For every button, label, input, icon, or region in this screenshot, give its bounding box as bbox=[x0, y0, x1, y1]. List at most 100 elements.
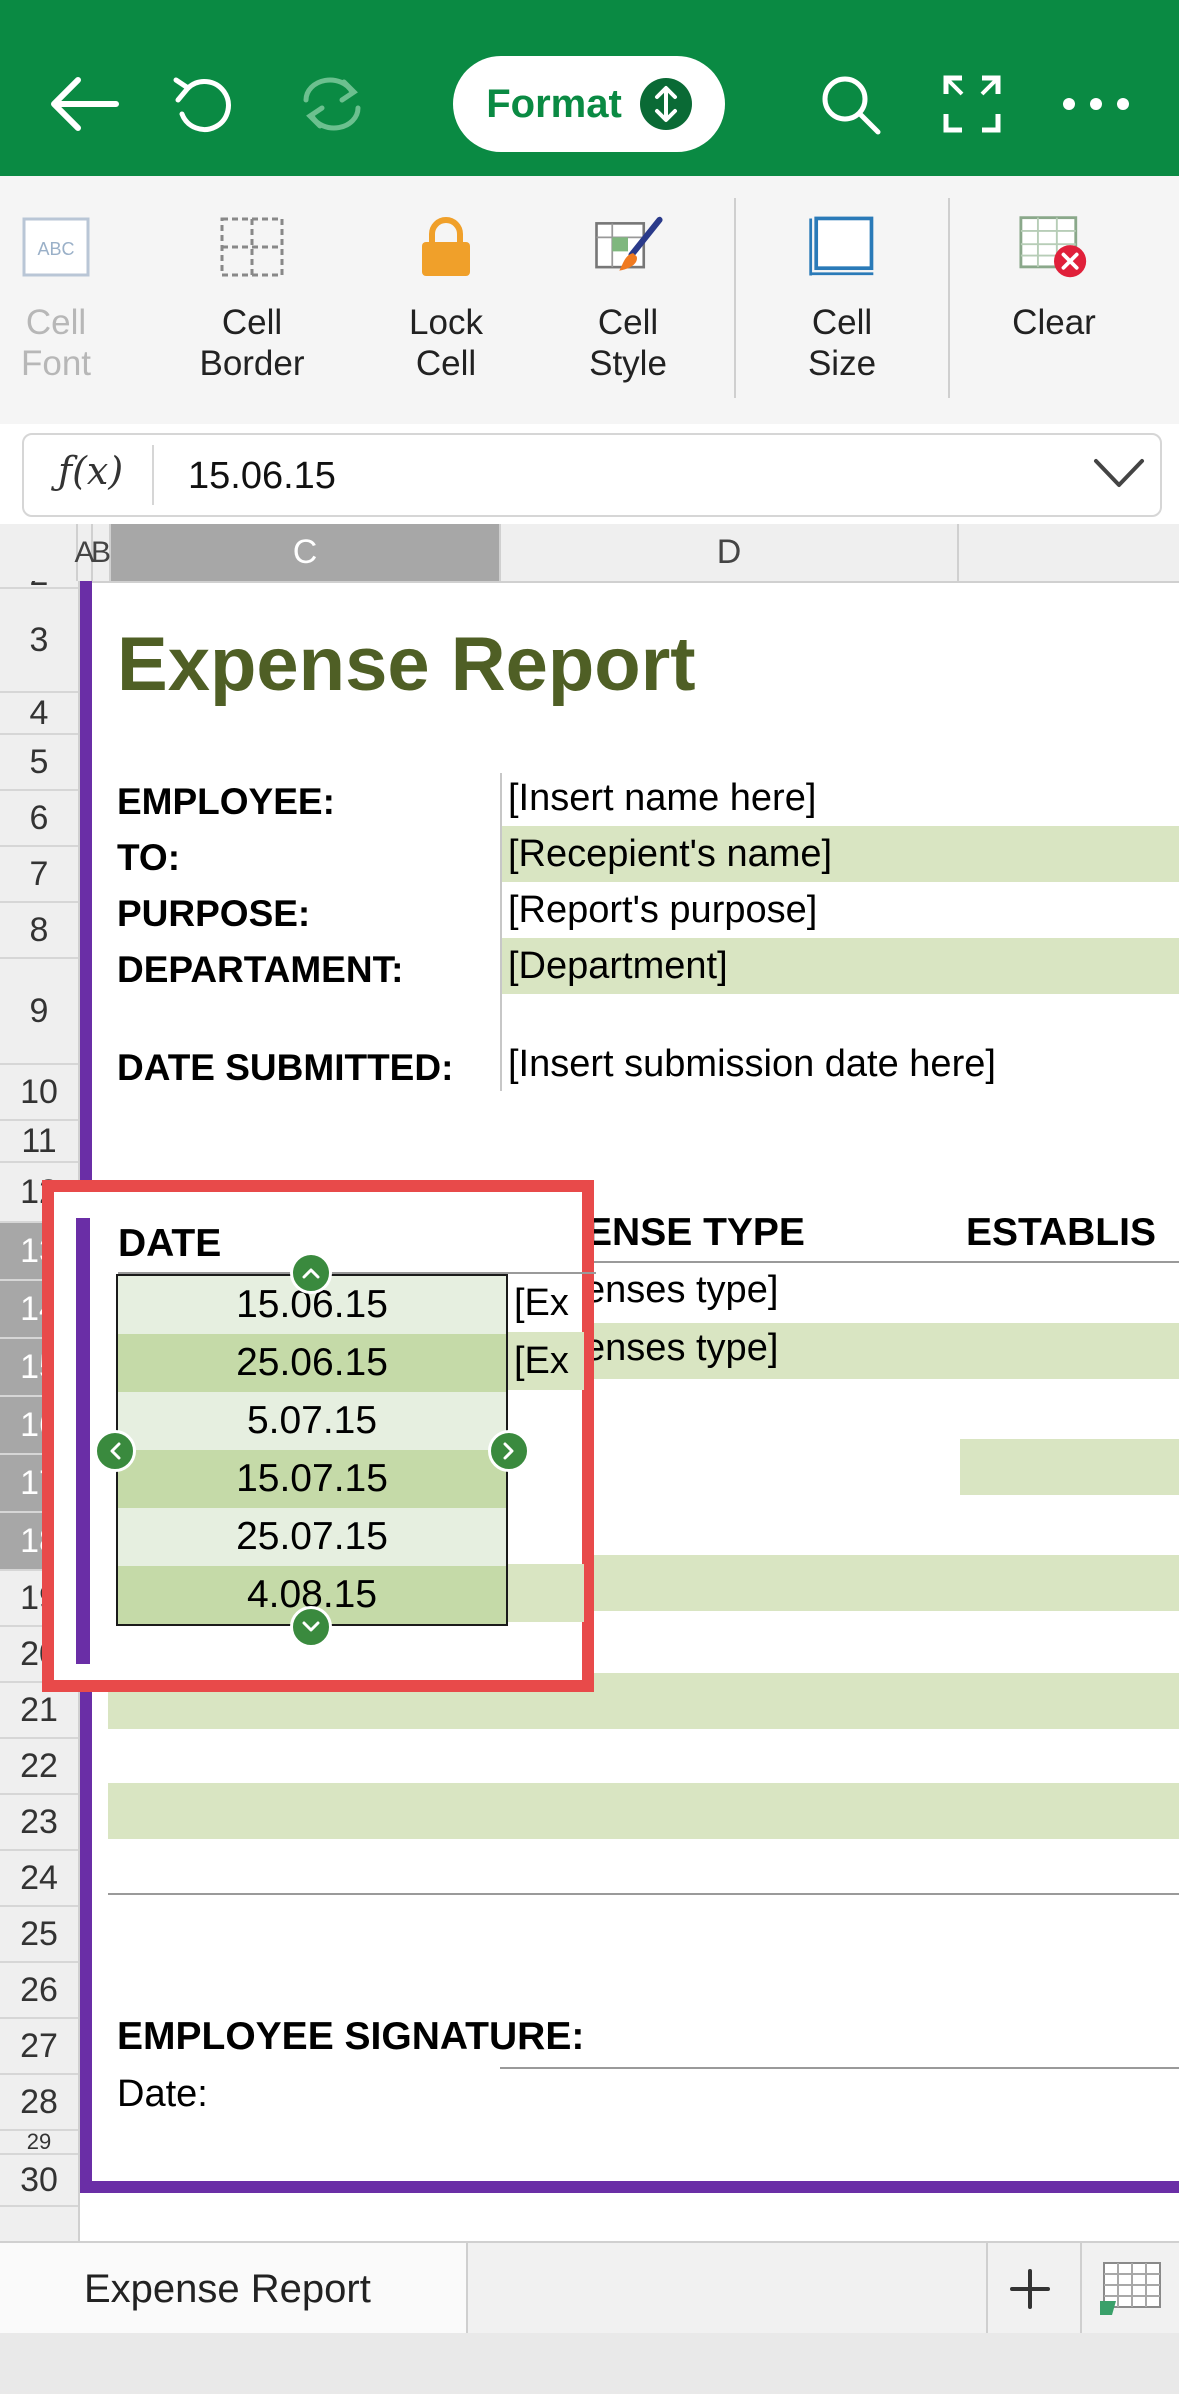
date-header: DATE bbox=[118, 1222, 222, 1265]
selection-zoom-box: DATE 15.06.15 25.06.15 5.07.15 15.07.15 … bbox=[42, 1180, 596, 1692]
column-header-d[interactable]: D bbox=[501, 524, 959, 581]
signature-label: EMPLOYEE SIGNATURE: bbox=[117, 2015, 585, 2058]
row-header[interactable]: 26 bbox=[0, 1963, 78, 2019]
date-cell[interactable]: 15.07.15 bbox=[118, 1450, 506, 1508]
cell-border-label: Cell Border bbox=[199, 303, 305, 383]
cell-font-button[interactable]: ABC Cell Font bbox=[0, 212, 136, 384]
row-header[interactable]: 24 bbox=[0, 1851, 78, 1907]
sheet-tab-label: Expense Report bbox=[84, 2266, 371, 2311]
department-value[interactable]: [Department] bbox=[508, 945, 728, 988]
row-header[interactable]: 4 bbox=[0, 693, 78, 735]
lock-cell-button[interactable]: Lock Cell bbox=[366, 212, 526, 384]
up-down-arrows-icon bbox=[639, 78, 692, 130]
row-header[interactable]: 3 bbox=[0, 589, 78, 693]
bottom-safe-area bbox=[0, 2333, 1179, 2394]
row-header[interactable]: 22 bbox=[0, 1739, 78, 1795]
select-all-corner[interactable] bbox=[0, 524, 78, 581]
cell-size-button[interactable]: Cell Size bbox=[762, 212, 922, 384]
format-ribbon: ABC Cell Font Cell Border Lock Cell Cell… bbox=[0, 176, 1179, 424]
to-label: TO: bbox=[117, 837, 181, 878]
row-header[interactable]: 10 bbox=[0, 1065, 78, 1121]
clear-button[interactable]: Clear bbox=[974, 212, 1134, 343]
row-band bbox=[508, 1564, 584, 1622]
chevron-down-icon[interactable] bbox=[1092, 453, 1146, 498]
row-header[interactable]: 30 bbox=[0, 2155, 78, 2207]
cell-style-button[interactable]: Cell Style bbox=[548, 212, 708, 384]
expense-type-partial: [Ex bbox=[514, 1281, 569, 1324]
column-header-e[interactable] bbox=[959, 524, 1179, 581]
top-app-bar: Format bbox=[0, 0, 1179, 176]
format-button[interactable]: Format bbox=[453, 56, 725, 152]
row-header[interactable]: 9 bbox=[0, 959, 78, 1065]
purpose-value[interactable]: [Report's purpose] bbox=[508, 889, 817, 932]
tab-divider bbox=[986, 2243, 988, 2335]
info-divider bbox=[500, 773, 502, 1091]
selection-handle-left[interactable] bbox=[94, 1430, 136, 1472]
format-label: Format bbox=[486, 81, 622, 126]
report-border-left bbox=[76, 1218, 90, 1664]
function-icon[interactable]: ƒ(x) bbox=[58, 449, 123, 493]
sheet-tab-expense-report[interactable]: Expense Report bbox=[0, 2243, 468, 2335]
fullscreen-icon[interactable] bbox=[922, 54, 1022, 154]
lock-cell-label: Lock Cell bbox=[409, 303, 483, 383]
row-band bbox=[960, 1439, 1179, 1495]
formula-bar[interactable]: ƒ(x) 15.06.15 bbox=[22, 433, 1162, 517]
cell-size-icon bbox=[807, 212, 877, 282]
selected-range[interactable]: 15.06.15 25.06.15 5.07.15 15.07.15 25.07… bbox=[116, 1274, 508, 1626]
report-border-bottom bbox=[80, 2181, 1179, 2193]
date-cell[interactable]: 5.07.15 bbox=[118, 1392, 506, 1450]
ribbon-divider bbox=[948, 198, 950, 398]
row-header[interactable]: 25 bbox=[0, 1907, 78, 1963]
cell-border-icon bbox=[217, 212, 287, 282]
more-options-icon[interactable] bbox=[1046, 54, 1146, 154]
date-cell[interactable]: 25.07.15 bbox=[118, 1508, 506, 1566]
add-sheet-icon[interactable] bbox=[1000, 2263, 1060, 2315]
undo-icon[interactable] bbox=[158, 54, 258, 154]
date-cell[interactable]: 25.06.15 bbox=[118, 1334, 506, 1392]
formula-input[interactable]: 15.06.15 bbox=[188, 455, 336, 498]
clear-icon bbox=[1019, 212, 1089, 282]
cell-style-label: Cell Style bbox=[589, 303, 667, 383]
row-header[interactable]: 2 bbox=[0, 581, 78, 593]
row-header[interactable]: 6 bbox=[0, 791, 78, 847]
table-bottom-rule bbox=[108, 1893, 1179, 1895]
sheet-tab-bar: Expense Report bbox=[0, 2241, 1179, 2335]
row-header[interactable]: 5 bbox=[0, 735, 78, 791]
date-submitted-value[interactable]: [Insert submission date here] bbox=[508, 1043, 996, 1086]
formula-divider bbox=[152, 445, 154, 505]
sheet-grid-icon[interactable] bbox=[1098, 2261, 1162, 2319]
establishment-header: ESTABLIS bbox=[966, 1211, 1156, 1254]
employee-label: EMPLOYEE: bbox=[117, 781, 335, 822]
column-headers: A B C D bbox=[0, 524, 1179, 583]
date-label: Date: bbox=[117, 2073, 208, 2115]
column-header-b[interactable]: B bbox=[91, 524, 111, 581]
row-band bbox=[108, 1783, 1179, 1839]
employee-value[interactable]: [Insert name here] bbox=[508, 777, 816, 820]
department-label: DEPARTAMENT: bbox=[117, 949, 404, 990]
column-header-c[interactable]: C bbox=[111, 524, 501, 581]
search-icon[interactable] bbox=[800, 54, 900, 154]
selection-handle-bottom[interactable] bbox=[290, 1606, 332, 1648]
row-header[interactable]: 7 bbox=[0, 847, 78, 903]
cell-border-button[interactable]: Cell Border bbox=[172, 212, 332, 384]
row-header[interactable]: 27 bbox=[0, 2019, 78, 2075]
row-header[interactable]: 11 bbox=[0, 1121, 78, 1163]
row-header[interactable]: 29 bbox=[0, 2129, 78, 2155]
selection-handle-right[interactable] bbox=[488, 1430, 530, 1472]
cell-font-label: Cell Font bbox=[20, 303, 92, 383]
cell-size-label: Cell Size bbox=[807, 303, 877, 383]
row-header[interactable]: 8 bbox=[0, 903, 78, 959]
selection-handle-top[interactable] bbox=[290, 1252, 332, 1294]
lock-icon bbox=[411, 212, 481, 282]
row-header[interactable]: 28 bbox=[0, 2075, 78, 2131]
row-header[interactable]: 23 bbox=[0, 1795, 78, 1851]
purpose-label: PURPOSE: bbox=[117, 893, 311, 934]
tab-divider bbox=[1080, 2243, 1082, 2335]
date-submitted-label: DATE SUBMITTED: bbox=[117, 1047, 454, 1088]
redo-icon bbox=[282, 54, 382, 154]
svg-text:ABC: ABC bbox=[37, 239, 74, 259]
back-arrow-icon[interactable] bbox=[34, 54, 134, 154]
expense-type-partial: [Ex bbox=[508, 1332, 584, 1390]
ribbon-divider bbox=[734, 198, 736, 398]
to-value[interactable]: [Recepient's name] bbox=[508, 833, 832, 876]
